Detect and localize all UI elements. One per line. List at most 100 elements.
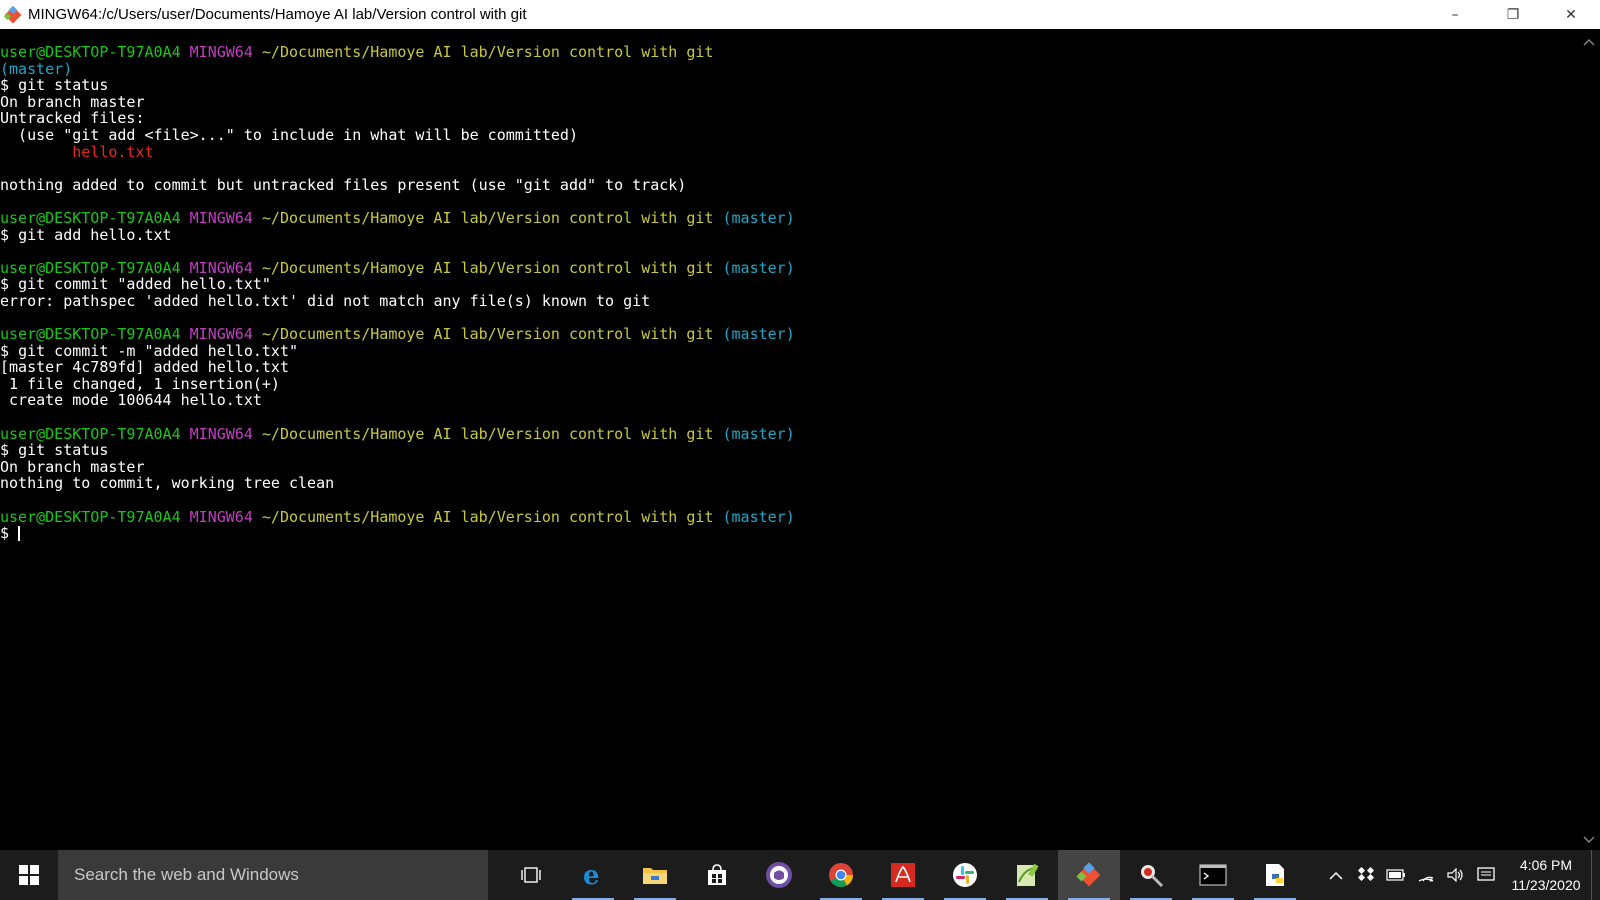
git-icon <box>1075 861 1103 889</box>
prompt-env: MINGW64 <box>189 325 253 344</box>
prompt-path: ~/Documents/Hamoye AI lab/Version contro… <box>261 325 714 344</box>
volume-icon[interactable] <box>1441 850 1471 900</box>
command-text: git add hello.txt <box>18 225 172 244</box>
output-line: [master 4c789fd] added hello.txt <box>0 359 1578 376</box>
output-text: [master 4c789fd] added hello.txt <box>0 358 289 377</box>
notepad-plus-icon <box>1014 862 1040 888</box>
taskbar-apps: e <box>500 850 1306 900</box>
taskbar: Search the web and Windows e 4:06 PM 11/… <box>0 850 1600 900</box>
close-button[interactable]: ✕ <box>1542 0 1600 29</box>
output-line: hello.txt <box>0 142 1578 161</box>
taskbar-app-github[interactable] <box>748 850 810 900</box>
prompt-line-wrapped: (master) <box>0 59 1578 78</box>
taskbar-app-chrome[interactable] <box>810 850 872 900</box>
show-desktop-button[interactable] <box>1591 850 1600 900</box>
prompt-line: user@DESKTOP-T97A0A4 MINGW64 ~/Documents… <box>0 424 1578 443</box>
search-placeholder: Search the web and Windows <box>74 865 299 884</box>
python-file-icon <box>1262 862 1288 888</box>
taskbar-app-git-bash[interactable] <box>1058 850 1120 900</box>
output-line: nothing to commit, working tree clean <box>0 475 1578 492</box>
wifi-icon[interactable] <box>1411 850 1441 900</box>
taskbar-app-task-view[interactable] <box>500 850 562 900</box>
prompt-symbol: $ <box>0 341 19 360</box>
output-text: error: pathspec 'added hello.txt' did no… <box>0 291 651 310</box>
taskbar-app-acrobat[interactable] <box>872 850 934 900</box>
prompt-path: ~/Documents/Hamoye AI lab/Version contro… <box>261 44 714 61</box>
prompt-symbol: $ <box>0 524 19 543</box>
taskbar-search-input[interactable]: Search the web and Windows <box>58 850 488 900</box>
prompt-user: user@DESKTOP-T97A0A4 <box>0 424 181 443</box>
output-line: On branch master <box>0 93 1578 111</box>
output-text: Untracked files: <box>0 109 145 128</box>
terminal-output[interactable]: user@DESKTOP-T97A0A4 MINGW64 ~/Documents… <box>0 44 1578 844</box>
prompt-branch: (master) <box>722 258 795 277</box>
taskbar-app-python-file[interactable] <box>1244 850 1306 900</box>
prompt-branch: (master) <box>722 507 795 526</box>
prompt-line: user@DESKTOP-T97A0A4 MINGW64 ~/Documents… <box>0 258 1578 277</box>
command-line: $ git status <box>0 442 1578 459</box>
notifications-icon[interactable] <box>1471 850 1501 900</box>
prompt-env: MINGW64 <box>189 44 253 61</box>
terminal-cursor <box>18 526 21 542</box>
output-line: error: pathspec 'added hello.txt' did no… <box>0 293 1578 310</box>
output-text: hello.txt <box>0 142 154 161</box>
output-text: On branch master <box>0 457 145 476</box>
prompt-branch: (master) <box>722 424 795 443</box>
maximize-button[interactable]: ❐ <box>1484 0 1542 29</box>
prompt-symbol: $ <box>0 76 19 95</box>
clock-time: 4:06 PM <box>1519 857 1573 873</box>
github-icon <box>765 861 793 889</box>
window-title: MINGW64:/c/Users/user/Documents/Hamoye A… <box>28 6 527 23</box>
task-view-icon <box>520 866 542 884</box>
output-text: (use "git add <file>..." to include in w… <box>0 125 578 144</box>
command-line: $ git commit "added hello.txt" <box>0 276 1578 293</box>
prompt-branch: (master) <box>722 325 795 344</box>
window-controls: – ❐ ✕ <box>1426 0 1600 29</box>
output-line: create mode 100644 hello.txt <box>0 392 1578 409</box>
edge-icon: e <box>580 862 606 888</box>
command-text: git commit "added hello.txt" <box>18 275 271 294</box>
window-titlebar[interactable]: MINGW64:/c/Users/user/Documents/Hamoye A… <box>0 0 1600 29</box>
prompt-symbol: $ <box>0 441 19 460</box>
prompt-user: user@DESKTOP-T97A0A4 <box>0 507 181 526</box>
prompt-user: user@DESKTOP-T97A0A4 <box>0 44 181 61</box>
command-line: $ <box>0 525 1578 542</box>
scroll-down-arrow-icon[interactable] <box>1578 831 1600 849</box>
terminal-scrollbar[interactable] <box>1578 29 1600 849</box>
battery-icon[interactable] <box>1381 850 1411 900</box>
taskbar-app-command-prompt[interactable] <box>1182 850 1244 900</box>
git-bash-app-icon <box>2 4 24 26</box>
command-text: git commit -m "added hello.txt" <box>18 341 299 360</box>
output-text: nothing added to commit but untracked fi… <box>0 175 687 194</box>
dropbox-icon[interactable] <box>1351 850 1381 900</box>
scroll-up-arrow-icon[interactable] <box>1578 33 1600 51</box>
system-tray: 4:06 PM 11/23/2020 <box>1321 850 1600 900</box>
prompt-user: user@DESKTOP-T97A0A4 <box>0 258 181 277</box>
prompt-branch: (master) <box>0 59 73 78</box>
prompt-branch: (master) <box>722 208 795 227</box>
taskbar-app-snipping-tool[interactable] <box>1120 850 1182 900</box>
output-text: 1 file changed, 1 insertion(+) <box>0 374 280 393</box>
prompt-path: ~/Documents/Hamoye AI lab/Version contro… <box>261 258 714 277</box>
taskbar-app-file-explorer[interactable] <box>624 850 686 900</box>
chrome-icon <box>828 862 854 888</box>
command-text: git status <box>18 76 109 95</box>
taskbar-app-notepad-plus[interactable] <box>996 850 1058 900</box>
svg-text:e: e <box>583 862 600 888</box>
taskbar-clock[interactable]: 4:06 PM 11/23/2020 <box>1501 855 1591 895</box>
minimize-button[interactable]: – <box>1426 0 1484 29</box>
prompt-symbol: $ <box>0 275 19 294</box>
chevron-up-icon[interactable] <box>1321 850 1351 900</box>
start-button[interactable] <box>0 850 58 900</box>
taskbar-app-store[interactable] <box>686 850 748 900</box>
output-line: nothing added to commit but untracked fi… <box>0 175 1578 194</box>
prompt-env: MINGW64 <box>189 258 253 277</box>
taskbar-app-edge[interactable]: e <box>562 850 624 900</box>
output-text: create mode 100644 hello.txt <box>0 391 262 410</box>
taskbar-app-slack[interactable] <box>934 850 996 900</box>
clock-date: 11/23/2020 <box>1511 877 1581 893</box>
prompt-user: user@DESKTOP-T97A0A4 <box>0 208 181 227</box>
screen: MINGW64:/c/Users/user/Documents/Hamoye A… <box>0 0 1600 900</box>
